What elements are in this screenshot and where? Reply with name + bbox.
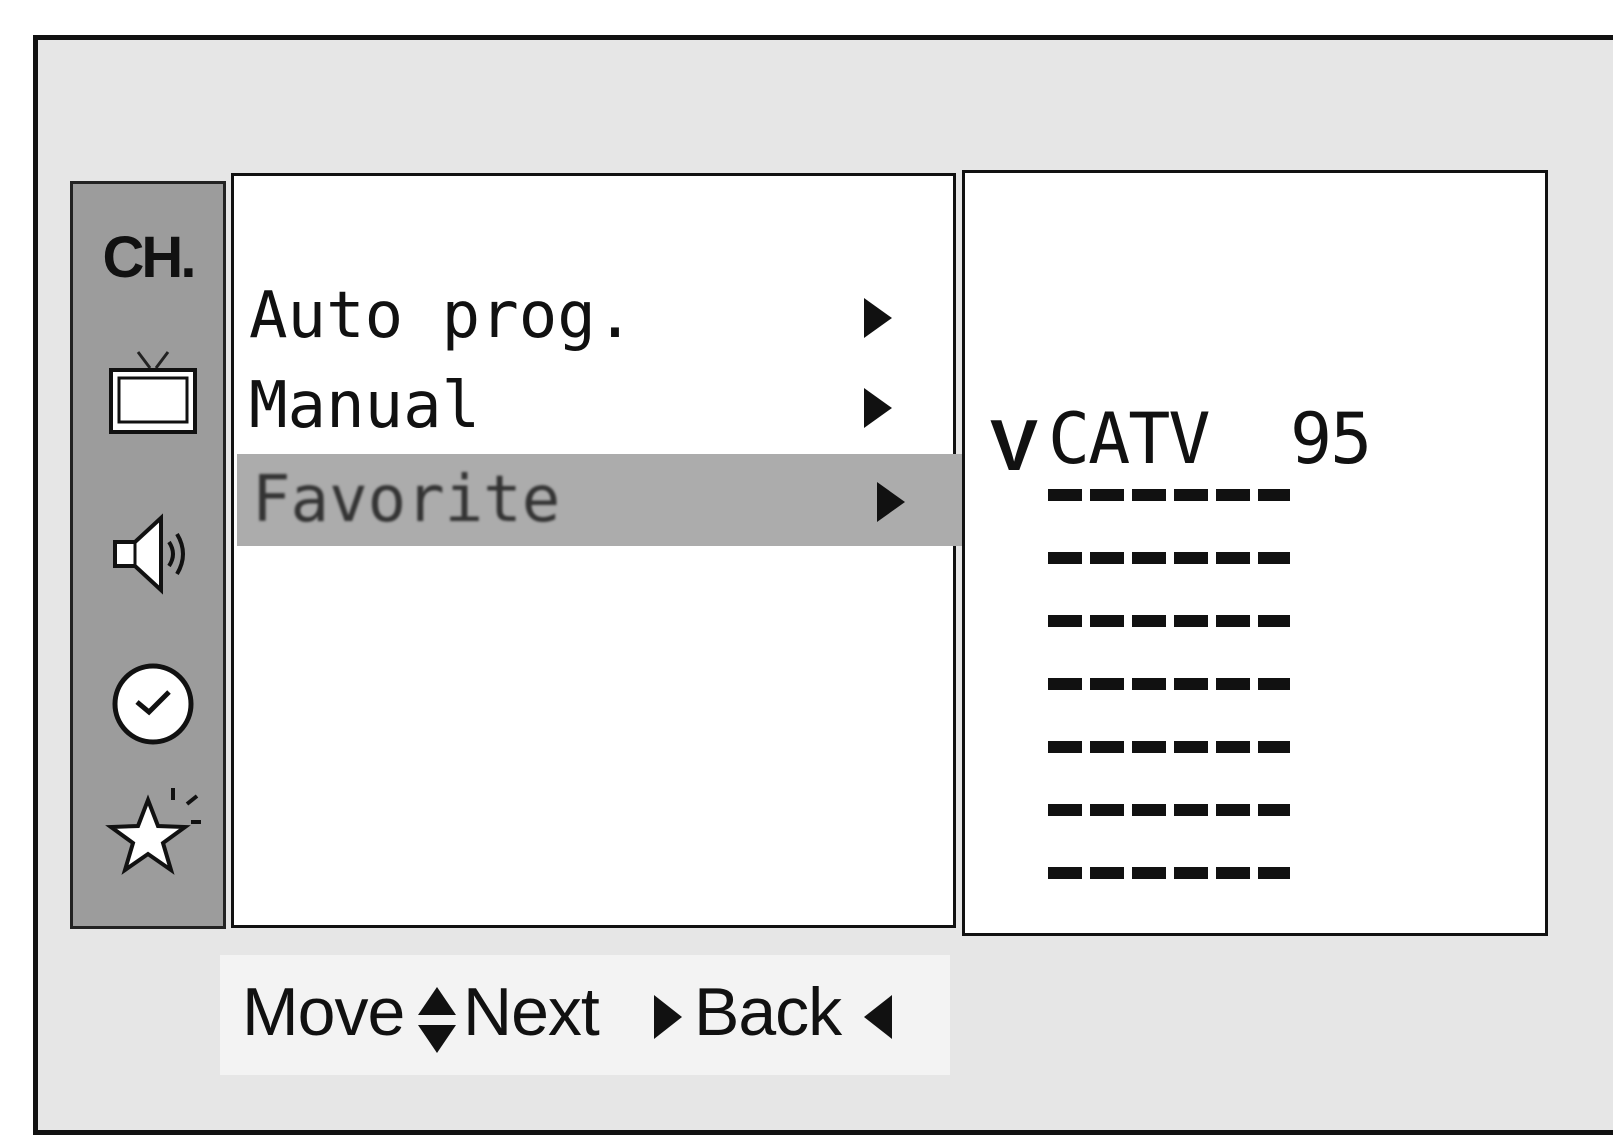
checked-mark: V bbox=[990, 406, 1039, 486]
empty-favorite-slot[interactable] bbox=[1048, 867, 1290, 879]
empty-favorite-slot[interactable] bbox=[1048, 678, 1290, 690]
back-hint: Back bbox=[694, 974, 842, 1050]
empty-favorite-slot[interactable] bbox=[1048, 741, 1290, 753]
menu-item-favorite[interactable]: Favorite bbox=[237, 454, 972, 546]
favorite-entry-number[interactable]: 95 bbox=[1290, 398, 1372, 480]
channel-category-label[interactable]: CH. bbox=[73, 224, 223, 291]
arrow-right-icon bbox=[864, 388, 892, 428]
arrow-right-icon bbox=[654, 995, 682, 1039]
category-sidebar: CH. bbox=[70, 181, 226, 929]
star-icon[interactable] bbox=[103, 782, 203, 882]
menu-item-label: Auto prog. bbox=[249, 279, 635, 353]
arrow-right-icon bbox=[864, 298, 892, 338]
arrow-right-icon bbox=[877, 482, 905, 522]
speaker-icon[interactable] bbox=[103, 504, 203, 604]
menu-item-auto-prog[interactable]: Auto prog. bbox=[234, 270, 969, 362]
menu-item-label: Favorite bbox=[252, 463, 561, 537]
favorite-list-panel: V CATV 95 bbox=[962, 170, 1548, 936]
channel-menu-panel: Auto prog. Manual Favorite bbox=[231, 173, 972, 928]
menu-item-label: Manual bbox=[249, 369, 481, 443]
empty-favorite-slot[interactable] bbox=[1048, 615, 1290, 627]
move-hint: Move bbox=[242, 974, 405, 1050]
menu-item-manual[interactable]: Manual bbox=[234, 360, 969, 452]
arrow-left-icon bbox=[864, 995, 892, 1039]
empty-favorite-slot[interactable] bbox=[1048, 552, 1290, 564]
empty-favorite-slot[interactable] bbox=[1048, 489, 1290, 501]
next-hint: Next bbox=[463, 974, 600, 1050]
tv-icon[interactable] bbox=[103, 344, 203, 444]
favorite-entry-name[interactable]: CATV bbox=[1048, 398, 1211, 480]
up-down-arrow-icon bbox=[418, 987, 456, 1053]
empty-favorite-slot[interactable] bbox=[1048, 804, 1290, 816]
navigation-help-bar: Move Next Back bbox=[220, 955, 950, 1075]
clock-icon[interactable] bbox=[103, 652, 203, 752]
